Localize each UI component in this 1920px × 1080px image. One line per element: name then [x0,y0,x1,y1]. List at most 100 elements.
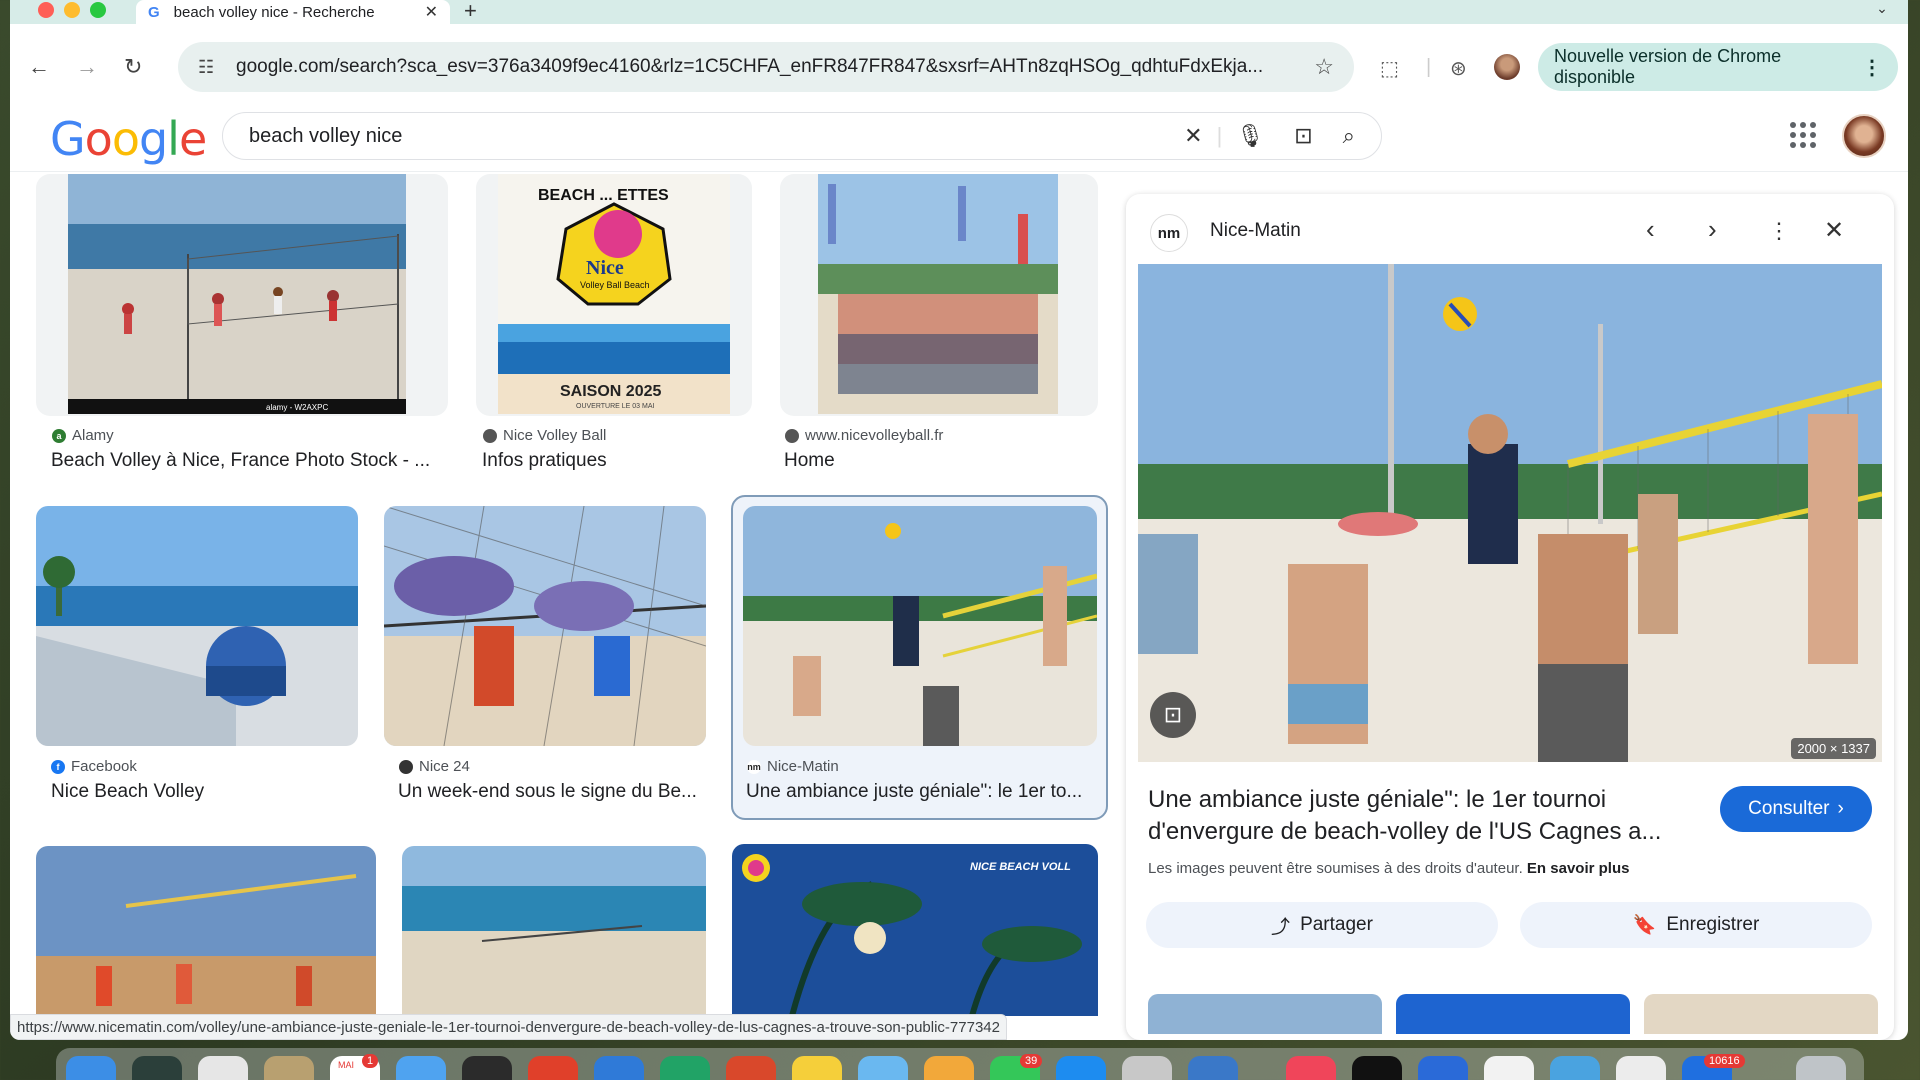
result-caption[interactable]: Une ambiance juste géniale": le 1er to..… [746,781,1094,803]
chatgpt-extension-icon[interactable]: ⊛ [1450,56,1467,81]
result-caption[interactable]: Infos pratiques [482,450,762,472]
close-window-button[interactable] [38,2,54,18]
search-input[interactable]: beach volley nice [249,125,1154,148]
result-caption[interactable]: Nice Beach Volley [51,781,351,803]
clear-search-icon[interactable]: ✕ [1184,123,1202,149]
search-icon[interactable]: ⌕ [1343,123,1355,149]
powerpoint-icon[interactable] [726,1056,776,1080]
result-caption[interactable]: Beach Volley à Nice, France Photo Stock … [51,450,451,472]
settings-gear-icon[interactable] [1122,1056,1172,1080]
site-logo[interactable]: nm [1150,214,1188,252]
search-box[interactable]: beach volley nice ✕ | 🎙 ⊡ ⌕ [222,112,1382,160]
menu-kebab-icon[interactable]: ⋮ [1862,55,1882,80]
extensions-puzzle-icon[interactable]: ⬚ [1380,56,1399,81]
chevron-right-icon: › [1837,798,1844,819]
result-thumb-row3-2[interactable] [402,846,706,1016]
site-info-icon[interactable]: ☷ [198,57,228,78]
more-options-icon[interactable]: ⋮ [1768,218,1790,244]
excel-icon[interactable] [660,1056,710,1080]
photos-icon[interactable] [924,1056,974,1080]
app-cyan-icon[interactable] [1550,1056,1600,1080]
share-button[interactable]: ⤴ Partager [1146,902,1498,948]
account-avatar[interactable] [1842,114,1886,158]
result-thumb-facebook[interactable] [36,506,358,746]
globe-icon[interactable] [1188,1056,1238,1080]
site-name[interactable]: Nice-Matin [1210,220,1301,242]
result-thumb-row3-3[interactable]: NICE BEACH VOLL [732,844,1098,1016]
result-source[interactable]: www.nicevolleyball.fr [785,427,943,444]
address-bar[interactable]: ☷ google.com/search?sca_esv=376a3409f9ec… [178,42,1354,92]
sunset-volley-photo-image [36,846,376,1016]
close-tab-icon[interactable]: ✕ [425,2,438,22]
app-blue-icon[interactable] [1418,1056,1468,1080]
url-text[interactable]: google.com/search?sca_esv=376a3409f9ec41… [228,56,1314,78]
lens-camera-icon[interactable]: ⊡ [1294,123,1312,149]
related-thumb[interactable] [1396,994,1630,1034]
messages-icon[interactable]: 39 [990,1054,1043,1080]
launchpad-icon[interactable] [198,1056,248,1080]
chrome-icon[interactable] [528,1056,578,1080]
back-arrow-icon[interactable]: ← [28,54,50,80]
reload-icon[interactable]: ↻ [124,54,142,80]
close-panel-icon[interactable]: ✕ [1824,216,1844,245]
result-caption[interactable]: Home [784,450,1084,472]
maximize-window-button[interactable] [90,2,106,18]
google-logo[interactable]: Google [50,112,207,166]
profile-avatar-small[interactable] [1494,54,1520,80]
lens-search-icon[interactable]: ⊡ [1150,692,1196,738]
consult-button[interactable]: Consulter › [1720,786,1872,832]
chrome-update-button[interactable]: Nouvelle version de Chrome disponible ⋮ [1538,43,1898,91]
next-image-icon[interactable]: › [1708,214,1717,245]
messages-badge: 39 [1020,1054,1043,1068]
app-dark-icon[interactable] [462,1056,512,1080]
music-icon[interactable] [1286,1056,1336,1080]
result-source[interactable]: f Facebook [51,758,137,775]
microphone-icon[interactable]: 🎙 [1236,123,1264,149]
copyright-text: Les images peuvent être soumises à des d… [1148,860,1523,877]
chatgpt-icon[interactable] [1484,1056,1534,1080]
new-tab-icon[interactable]: + [464,0,477,24]
bookmark-star-icon[interactable]: ☆ [1314,54,1334,80]
tab-google-search[interactable]: G beach volley nice - Recherche ✕ [136,0,450,24]
calendar-icon[interactable]: MAI 1 [330,1054,380,1080]
preview-icon[interactable] [858,1056,908,1080]
ouverture-text: OUVERTURE LE 03 MAI [576,403,655,410]
result-source[interactable]: nm Nice-Matin [747,758,839,775]
forward-arrow-icon[interactable]: → [76,54,98,80]
result-thumb-row3-1[interactable] [36,846,376,1016]
result-thumb-nice24[interactable] [384,506,706,746]
previous-image-icon[interactable]: ‹ [1646,214,1655,245]
related-thumb[interactable] [1148,994,1382,1034]
facebook-favicon-icon: f [51,759,65,774]
terminal-icon[interactable] [1352,1056,1402,1080]
contacts-icon[interactable] [264,1056,314,1080]
result-thumb-nicevolley[interactable]: BEACH ... ETTES Nice Volley Ball Beach S… [498,174,730,414]
preview-image[interactable] [1138,264,1882,762]
related-thumb[interactable] [1644,994,1878,1034]
alamy-favicon-icon: a [52,428,66,443]
mail-icon[interactable]: 10616 [1682,1054,1745,1080]
result-source[interactable]: a Alamy [52,427,114,444]
preview-title[interactable]: Une ambiance juste géniale": le 1er tour… [1148,784,1708,848]
trash-icon[interactable] [1796,1056,1846,1080]
save-button[interactable]: 🔖 Enregistrer [1520,902,1872,948]
result-thumb-nicevolleyball-home[interactable] [818,174,1058,414]
finder-icon[interactable] [66,1056,116,1080]
tab-search-chevron-icon[interactable]: ⌄ [1870,0,1894,22]
learn-more-link[interactable]: En savoir plus [1527,860,1630,877]
result-caption[interactable]: Un week-end sous le signe du Be... [398,781,708,803]
siri-icon[interactable] [132,1056,182,1080]
notes-icon[interactable] [792,1056,842,1080]
result-thumb-nicematin[interactable] [743,506,1097,746]
word-icon[interactable] [594,1056,644,1080]
result-source[interactable]: Nice 24 [399,758,470,775]
google-apps-icon[interactable] [1790,122,1816,148]
safari-icon[interactable] [396,1056,446,1080]
result-source[interactable]: Nice Volley Ball [483,427,606,444]
saison-text: SAISON 2025 [560,383,661,400]
screen-icon[interactable] [1616,1056,1666,1080]
minimize-window-button[interactable] [64,2,80,18]
appstore-icon[interactable] [1056,1056,1106,1080]
result-thumb-alamy[interactable]: alamy - W2AXPC [68,174,406,414]
search-divider: | [1216,123,1223,148]
